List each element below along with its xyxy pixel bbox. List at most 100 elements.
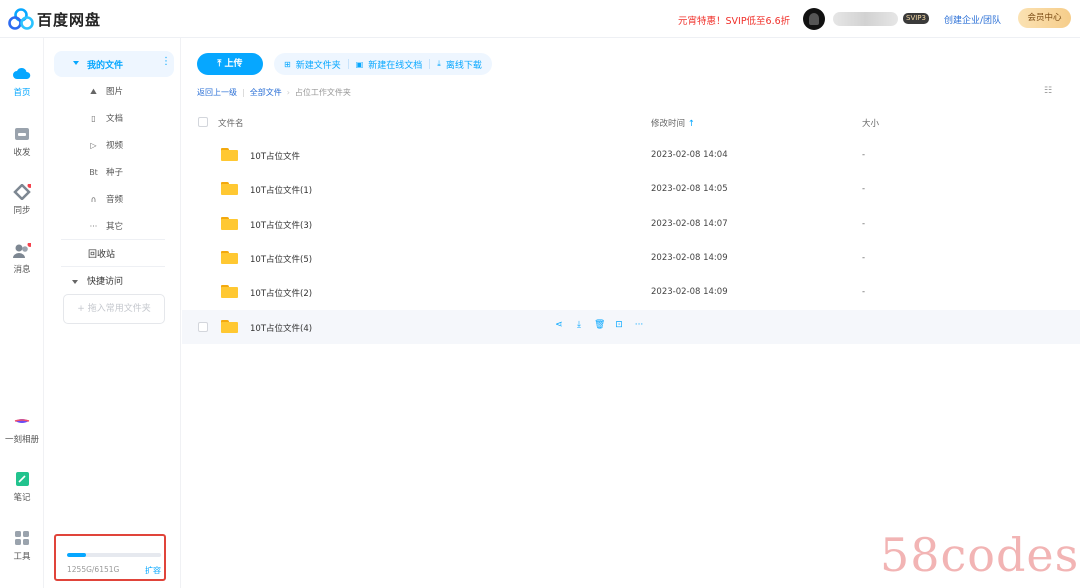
rail-label: 收发	[13, 148, 31, 158]
table-row[interactable]: 10T占位文件(1) 2023-02-08 14:05 -	[182, 172, 1080, 206]
apps-grid-icon	[15, 531, 29, 545]
breadcrumb-back-link[interactable]: 返回上一级	[197, 88, 237, 97]
share-icon[interactable]: ⋖	[554, 320, 564, 330]
category-label: 种子	[106, 168, 124, 178]
folder-icon	[221, 217, 238, 230]
divider	[61, 239, 165, 240]
category-label: 视频	[106, 141, 124, 151]
rail-item-messages[interactable]: 消息	[0, 243, 44, 275]
file-size: -	[862, 253, 866, 263]
download-icon[interactable]: ⤓	[574, 320, 584, 330]
app-logo-text[interactable]: 百度网盘	[37, 9, 101, 30]
expand-storage-link[interactable]: 扩容	[145, 565, 161, 576]
album-icon	[14, 419, 30, 423]
delete-icon[interactable]: 🗑	[594, 320, 605, 330]
table-row[interactable]: 10T占位文件(2) 2023-02-08 14:09 -	[182, 275, 1080, 309]
my-files-label: 我的文件	[87, 61, 124, 71]
modified-column-label: 修改时间	[651, 119, 686, 129]
rail-label: 笔记	[13, 493, 31, 503]
upload-button[interactable]: ⤒ 上传	[197, 53, 263, 75]
user-name-redacted[interactable]	[833, 12, 898, 26]
new-online-doc-button[interactable]: ▣ 新建在线文档	[352, 58, 427, 71]
file-name[interactable]: 10T占位文件(5)	[250, 253, 312, 265]
storage-progress-bar	[67, 553, 161, 557]
rail-item-transfer[interactable]: 收发	[0, 126, 44, 158]
column-header-modified[interactable]: 修改时间 ↑	[651, 117, 695, 129]
file-name[interactable]: 10T占位文件	[250, 150, 300, 162]
video-icon: ▷	[90, 141, 97, 150]
file-modified-time: 2023-02-08 14:04	[651, 150, 728, 160]
online-doc-icon: ▣	[355, 59, 364, 69]
note-icon	[16, 472, 29, 486]
breadcrumb: 返回上一级 | 全部文件 › 占位工作文件夹	[197, 87, 351, 98]
category-label: 文档	[106, 114, 124, 124]
toolbar-divider	[429, 59, 431, 69]
sidebar-item-documents[interactable]: ▯ 文档	[88, 112, 123, 126]
more-vertical-icon[interactable]: ⋮	[161, 56, 171, 67]
svip-promo-link[interactable]: 元宵特惠！SVIP低至6.6折	[678, 13, 790, 27]
category-label: 其它	[106, 222, 124, 232]
sidebar-item-images[interactable]: ⛰ 图片	[88, 85, 123, 99]
sidebar-item-audio[interactable]: ∩ 音频	[88, 193, 123, 207]
caret-down-icon	[73, 61, 79, 65]
new-folder-icon: ⊞	[284, 59, 291, 69]
create-team-link[interactable]: 创建企业/团队	[944, 13, 1001, 26]
sidebar-item-my-files[interactable]: 我的文件 ⋮	[54, 51, 174, 77]
svip-level-badge: SVIP3	[903, 13, 929, 24]
new-folder-label: 新建文件夹	[295, 60, 341, 71]
category-label: 图片	[106, 87, 124, 97]
offline-download-button[interactable]: ⤓ 离线下载	[433, 58, 486, 71]
file-size: -	[862, 150, 866, 160]
breadcrumb-all-files-link[interactable]: 全部文件	[250, 88, 282, 97]
more-actions-icon[interactable]: ⊡	[614, 320, 624, 330]
storage-usage-text: 1255G/6151G	[67, 565, 120, 574]
file-size: -	[862, 287, 866, 297]
table-row[interactable]: 10T占位文件(5) 2023-02-08 14:09 -	[182, 241, 1080, 275]
table-row[interactable]: 10T占位文件(3) 2023-02-08 14:07 -	[182, 207, 1080, 241]
rail-label: 工具	[13, 552, 31, 562]
rail-item-album[interactable]: 一刻相册	[0, 413, 44, 445]
ellipsis-icon[interactable]: ···	[634, 320, 644, 330]
sidebar-item-torrents[interactable]: Bt 种子	[88, 166, 123, 180]
sidebar-item-quick-access[interactable]: 快捷访问	[72, 274, 123, 287]
more-icon: ···	[89, 222, 98, 231]
file-name[interactable]: 10T占位文件(3)	[250, 219, 312, 231]
sidebar-item-recycle-bin[interactable]: 回收站	[88, 247, 115, 260]
storage-quota-panel: 1255G/6151G 扩容	[54, 534, 166, 581]
file-name[interactable]: 10T占位文件(2)	[250, 287, 312, 299]
new-folder-button[interactable]: ⊞ 新建文件夹	[280, 58, 345, 71]
rail-item-notes[interactable]: 笔记	[0, 471, 44, 503]
column-header-name[interactable]: 文件名	[218, 117, 244, 129]
table-row[interactable]: 10T占位文件 2023-02-08 14:04 -	[182, 138, 1080, 172]
file-modified-time: 2023-02-08 14:05	[651, 184, 728, 194]
caret-down-icon	[72, 279, 78, 284]
cloud-home-icon	[13, 67, 31, 79]
grid-view-toggle-icon[interactable]: ☷	[1044, 86, 1052, 96]
member-center-button[interactable]: 会员中心	[1018, 8, 1071, 28]
table-row-hovered[interactable]: 10T占位文件(4) ⋖ ⤓ 🗑 ⊡ ···	[182, 310, 1080, 344]
folder-icon	[221, 285, 238, 298]
headphones-icon: ∩	[90, 195, 97, 204]
drag-folder-drop-zone[interactable]: + 拖入常用文件夹	[63, 294, 165, 324]
toolbar-divider	[347, 59, 349, 69]
column-header-size[interactable]: 大小	[862, 117, 879, 129]
breadcrumb-separator: |	[242, 88, 245, 97]
file-name[interactable]: 10T占位文件(4)	[250, 322, 312, 334]
row-checkbox[interactable]	[198, 322, 208, 332]
baidu-netdisk-logo-icon[interactable]	[8, 8, 34, 30]
file-modified-time: 2023-02-08 14:09	[651, 253, 728, 263]
upload-icon: ⤒	[217, 59, 222, 69]
rail-label: 一刻相册	[4, 435, 39, 445]
sort-arrow-up-icon: ↑	[687, 119, 695, 129]
select-all-checkbox[interactable]	[198, 117, 208, 127]
rail-item-tools[interactable]: 工具	[0, 530, 44, 562]
rail-item-home[interactable]: 首页	[0, 66, 44, 98]
sidebar-item-videos[interactable]: ▷ 视频	[88, 139, 123, 153]
image-icon: ⛰	[90, 87, 97, 96]
file-modified-time: 2023-02-08 14:09	[651, 287, 728, 297]
offline-download-label: 离线下载	[445, 60, 482, 71]
rail-item-sync[interactable]: 同步	[0, 184, 44, 216]
file-name[interactable]: 10T占位文件(1)	[250, 184, 312, 196]
sidebar-item-other[interactable]: ··· 其它	[88, 220, 123, 234]
avatar[interactable]	[803, 8, 825, 30]
